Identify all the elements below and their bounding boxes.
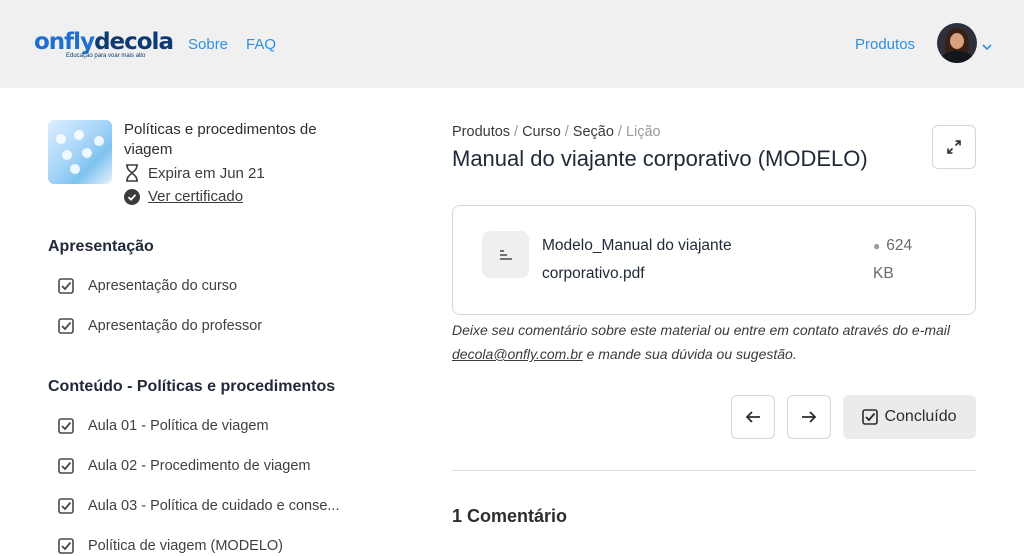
mark-complete-button[interactable]: Concluído (843, 395, 976, 439)
logo-tagline: Educação para voar mais alto (66, 53, 146, 59)
page-title: Manual do viajante corporativo (MODELO) (452, 146, 868, 171)
lesson-item[interactable]: Política de viagem (MODELO) (58, 538, 283, 554)
section-title-conteudo: Conteúdo - Políticas e procedimentos (48, 378, 336, 395)
checkbox-checked-icon (58, 498, 74, 514)
file-size: ● 624 KB (873, 232, 912, 288)
hourglass-icon (126, 164, 138, 182)
user-avatar[interactable] (937, 23, 977, 63)
checkbox-checked-icon (58, 318, 74, 334)
breadcrumb: Produtos / Curso / Seção / Lição (452, 124, 661, 140)
logo-part-decola: decola (94, 29, 174, 55)
lesson-item[interactable]: Apresentação do professor (58, 318, 262, 334)
checkbox-checked-icon (58, 458, 74, 474)
certificate-link[interactable]: Ver certificado (124, 188, 243, 205)
contact-email-link[interactable]: decola@onfly.com.br (452, 346, 583, 362)
section-title-apresentacao: Apresentação (48, 238, 154, 255)
breadcrumb-curso[interactable]: Curso (522, 124, 561, 140)
lesson-label: Apresentação do curso (88, 278, 238, 294)
comment-instructions: Deixe seu comentário sobre este material… (452, 322, 951, 362)
course-title: Políticas e procedimentos de viagem (124, 121, 317, 158)
lesson-label: Aula 02 - Procedimento de viagem (88, 458, 311, 474)
previous-lesson-button[interactable] (731, 395, 775, 439)
check-circle-icon (124, 188, 140, 205)
mark-complete-label: Concluído (884, 408, 957, 425)
lesson-label: Aula 01 - Política de viagem (88, 418, 269, 434)
nav-link-produtos[interactable]: Produtos (855, 36, 915, 53)
breadcrumb-secao[interactable]: Seção (573, 124, 614, 140)
divider (452, 470, 976, 471)
checkbox-checked-icon (862, 409, 879, 425)
file-name[interactable]: Modelo_Manual do viajante corporativo.pd… (542, 232, 782, 288)
fullscreen-button[interactable] (932, 125, 976, 169)
lesson-item[interactable]: Aula 01 - Política de viagem (58, 418, 269, 434)
lesson-label: Apresentação do professor (88, 318, 263, 334)
lesson-item[interactable]: Apresentação do curso (58, 278, 237, 294)
logo-part-onfly: onfly (34, 29, 95, 55)
course-expiry: Expira em Jun 21 (124, 164, 265, 182)
arrow-left-icon (745, 411, 760, 423)
breadcrumb-licao: Lição (625, 124, 661, 140)
comments-heading: 1 Comentário (452, 506, 568, 526)
arrow-right-icon (802, 411, 817, 423)
nav-link-sobre[interactable]: Sobre (188, 36, 228, 53)
onfly-decola-logo[interactable]: onflydecola Educação para voar mais alto (34, 29, 174, 59)
expand-icon (947, 140, 961, 154)
next-lesson-button[interactable] (787, 395, 831, 439)
document-icon (482, 231, 529, 278)
lesson-label: Aula 03 - Política de cuidado e conse... (88, 498, 340, 514)
checkbox-checked-icon (58, 418, 74, 434)
file-size-value: 624 (886, 237, 913, 254)
checkbox-checked-icon (58, 278, 74, 294)
lesson-item[interactable]: Aula 02 - Procedimento de viagem (58, 458, 310, 474)
course-expiry-text: Expira em Jun 21 (148, 164, 265, 182)
checkbox-checked-icon (58, 538, 74, 554)
certificate-link-label: Ver certificado (148, 188, 244, 205)
lesson-item[interactable]: Aula 03 - Política de cuidado e conse... (58, 498, 340, 514)
lesson-label: Política de viagem (MODELO) (88, 538, 284, 554)
file-attachment-card[interactable]: Modelo_Manual do viajante corporativo.pd… (452, 205, 976, 315)
chevron-down-icon[interactable] (982, 38, 992, 56)
file-size-unit: KB (873, 265, 894, 282)
top-navigation-bar: onflydecola Educação para voar mais alto… (0, 0, 1024, 88)
nav-link-faq[interactable]: FAQ (246, 36, 276, 53)
course-thumbnail (48, 120, 112, 184)
breadcrumb-produtos[interactable]: Produtos (452, 124, 510, 140)
